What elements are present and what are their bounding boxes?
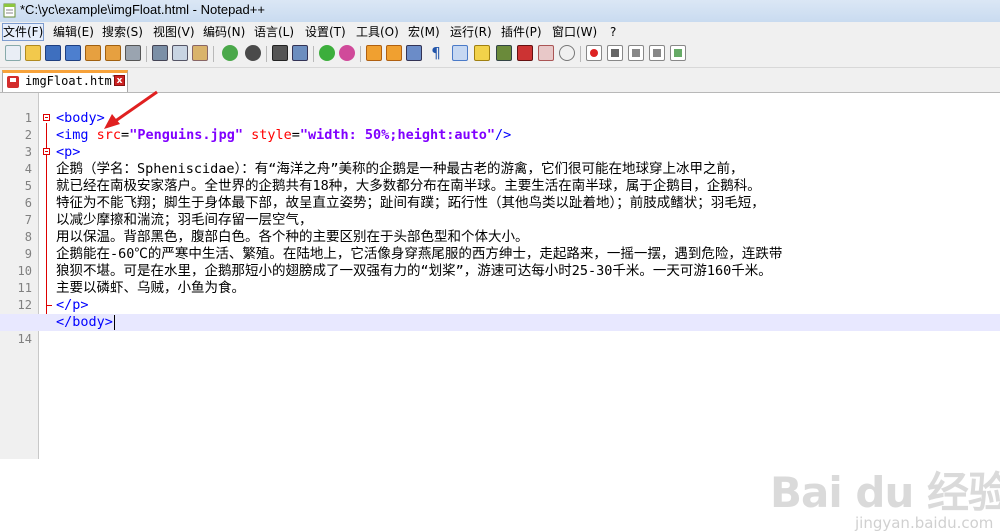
watermark-url: jingyan.baidu.com (855, 514, 994, 532)
baidu-jingyan-watermark: Bai du 经验 jingyan.baidu.com (770, 459, 1000, 532)
annotation-arrow-icon (104, 90, 158, 129)
watermark-logo: Bai du 经验 (770, 468, 1000, 517)
